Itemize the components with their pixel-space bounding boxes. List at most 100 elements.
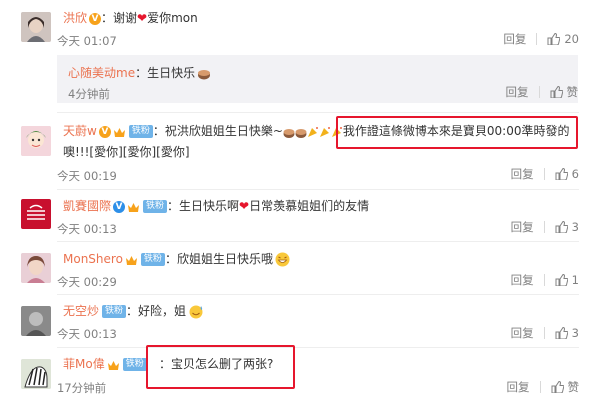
like-count: 3 <box>571 326 579 340</box>
heart-emoji-icon: ❤ <box>239 199 250 213</box>
cake-emoji-icon <box>295 128 307 138</box>
comment-actions: 回复 3 <box>511 325 579 341</box>
heart-emoji-icon: ❤ <box>137 11 148 25</box>
separator <box>57 241 579 242</box>
like-button[interactable]: 3 <box>555 220 579 234</box>
comment-actions: 回复 20 <box>503 31 579 47</box>
avatar[interactable] <box>21 199 51 229</box>
avatar[interactable] <box>21 306 51 336</box>
avatar[interactable] <box>21 12 51 42</box>
thumbs-up-icon <box>550 85 563 99</box>
avatar[interactable] <box>21 126 51 156</box>
thumbs-up-icon <box>555 273 568 287</box>
fan-badge: 铁粉 <box>140 253 165 266</box>
divider <box>538 86 540 98</box>
comment-actions: 回复 6 <box>511 166 579 182</box>
crown-badge-icon <box>113 127 125 137</box>
reply-actions: 回复 赞 <box>506 84 579 100</box>
fan-badge: 铁粉 <box>122 358 147 371</box>
like-count: 3 <box>571 220 579 234</box>
divider <box>543 221 545 233</box>
like-button[interactable]: 赞 <box>551 379 580 395</box>
reply-like-button[interactable]: 赞 <box>550 84 579 100</box>
laughing-emoji-icon <box>275 252 290 267</box>
separator <box>57 294 579 295</box>
divider <box>539 381 541 393</box>
like-label: 赞 <box>566 85 579 99</box>
divider <box>543 168 545 180</box>
username[interactable]: 天蔚w <box>63 124 97 138</box>
like-button[interactable]: 1 <box>555 273 579 287</box>
comment-time: 今天 00:13 <box>57 222 117 236</box>
crown-badge-icon <box>107 360 119 370</box>
thumbs-up-icon <box>555 220 568 234</box>
reply-thread: 心随美动me：生日快乐 4分钟前 回复 赞 <box>57 55 578 103</box>
comment-text-cont: 爱你mon <box>147 11 198 25</box>
comment-actions: 回复 1 <box>511 272 579 288</box>
fan-badge: 铁粉 <box>128 125 153 138</box>
username[interactable]: 菲Mo偉 <box>63 357 105 371</box>
divider <box>543 274 545 286</box>
highlight-box <box>336 116 578 149</box>
separator <box>57 112 579 113</box>
comment-text: ：谢谢 <box>101 11 138 25</box>
fan-badge: 铁粉 <box>143 200 168 213</box>
username[interactable]: 无空炒 <box>63 304 99 318</box>
reply-button[interactable]: 回复 <box>503 31 526 47</box>
reply-button[interactable]: 回复 <box>511 166 534 182</box>
party-popper-icon <box>319 126 330 137</box>
cake-emoji-icon <box>283 128 295 138</box>
comment-time: 17分钟前 <box>57 381 107 395</box>
thumbs-up-icon <box>555 167 568 181</box>
reply-button[interactable]: 回复 <box>511 219 534 235</box>
comment-time: 今天 00:13 <box>57 327 117 341</box>
like-button[interactable]: 6 <box>555 167 579 181</box>
like-label: 赞 <box>567 380 580 394</box>
separator <box>57 189 579 190</box>
reply-reply-button[interactable]: 回复 <box>506 84 529 100</box>
reply-username[interactable]: 心随美动me <box>68 66 135 80</box>
crown-badge-icon <box>125 255 137 265</box>
verified-badge-icon: V <box>98 125 111 138</box>
comment-text: ：生日快乐啊 <box>167 199 240 213</box>
comment-time: 今天 00:29 <box>57 275 117 289</box>
sweat-smile-emoji-icon <box>189 305 203 319</box>
like-button[interactable]: 20 <box>547 32 579 46</box>
reply-time: 4分钟前 <box>68 87 110 101</box>
username[interactable]: 凱賽國際 <box>63 199 111 213</box>
reply-button[interactable]: 回复 <box>511 325 534 341</box>
divider <box>543 327 545 339</box>
comment-text: ：欣姐姐生日快乐哦 <box>164 252 273 266</box>
like-button[interactable]: 3 <box>555 326 579 340</box>
avatar[interactable] <box>21 253 51 283</box>
comment-text-line2: 噢!!![愛你][愛你][愛你] <box>63 145 190 159</box>
verified-badge-icon: V <box>89 12 102 25</box>
fan-badge: 铁粉 <box>102 305 127 318</box>
separator <box>57 347 579 348</box>
comment-time: 今天 01:07 <box>57 34 117 48</box>
reply-button[interactable]: 回复 <box>511 272 534 288</box>
like-count: 6 <box>571 167 579 181</box>
like-count: 1 <box>571 273 579 287</box>
reply-text: ：生日快乐 <box>135 66 196 80</box>
thumbs-up-icon <box>555 326 568 340</box>
highlight-box <box>146 345 295 389</box>
crown-badge-icon <box>128 202 140 212</box>
like-count: 20 <box>564 32 579 46</box>
cake-emoji-icon <box>198 70 211 80</box>
comment-actions: 回复 3 <box>511 219 579 235</box>
comment-text: ：祝洪欣姐姐生日快樂~ <box>152 124 283 138</box>
comment-text: ：好险，姐 <box>126 304 187 318</box>
comment-time: 今天 00:19 <box>57 169 117 183</box>
comment-actions: 回复 赞 <box>507 379 580 395</box>
avatar[interactable] <box>21 359 51 389</box>
comment-text-cont: 日常羡慕姐姐们的友情 <box>249 199 370 213</box>
party-popper-icon <box>307 126 318 137</box>
username[interactable]: MonShero <box>63 252 123 266</box>
reply-button[interactable]: 回复 <box>507 379 530 395</box>
thumbs-up-icon <box>547 32 561 46</box>
username[interactable]: 洪欣 <box>63 11 87 25</box>
verified-badge-icon: V <box>113 200 126 213</box>
thumbs-up-icon <box>551 380 564 394</box>
divider <box>536 33 538 45</box>
